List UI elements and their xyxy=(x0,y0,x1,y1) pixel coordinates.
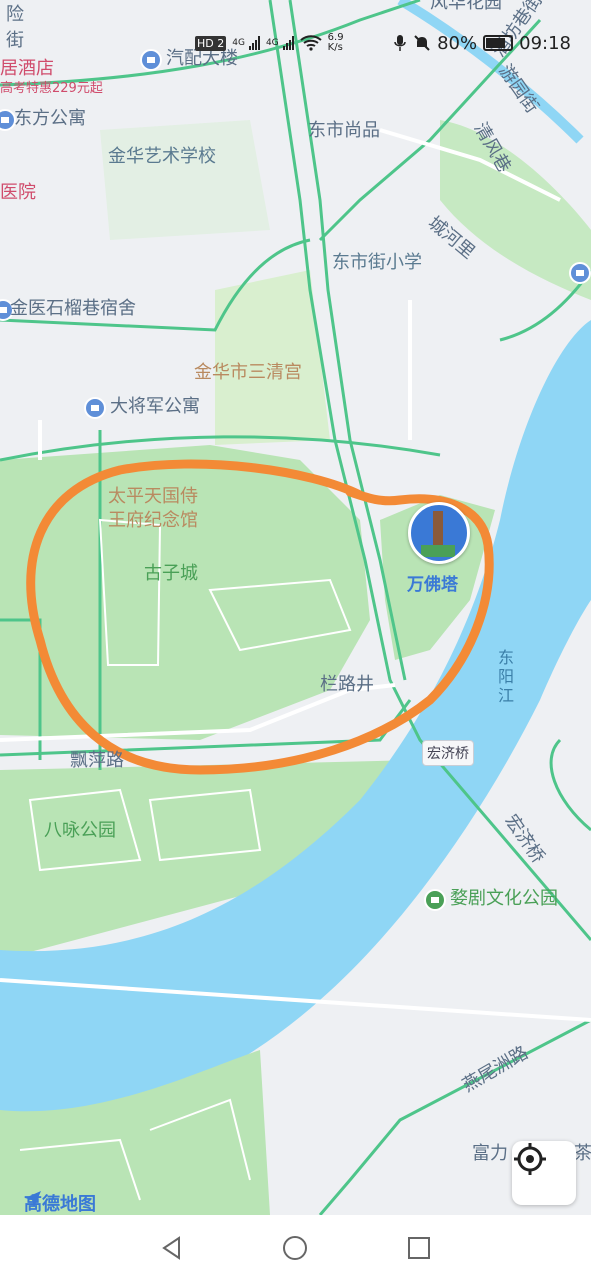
poi-label-jinyi[interactable]: 金医石榴巷宿舍 xyxy=(10,300,136,318)
battery-icon xyxy=(483,35,514,51)
street-label-piaoping: 飘萍路 xyxy=(70,750,124,771)
map-label-xian: 险 xyxy=(6,4,24,25)
bell-muted-icon xyxy=(414,35,430,51)
map-label-jie: 街 xyxy=(6,30,24,51)
map-label-hotel[interactable]: 居酒店 xyxy=(0,60,54,78)
pagoda-marker-icon[interactable] xyxy=(408,502,470,564)
microphone-icon xyxy=(394,35,406,51)
map-label-sanqing[interactable]: 金华市三清宫 xyxy=(194,364,302,382)
hd-badge: HD 2 xyxy=(195,35,227,51)
map-label-lanlujing[interactable]: 栏路井 xyxy=(320,676,374,694)
map-label-guzi[interactable]: 古子城 xyxy=(144,565,198,583)
status-bar: HD 2 4G 4G 6.9 K/s 80% 09:18 xyxy=(195,30,571,56)
navigation-arrow-icon xyxy=(25,1191,41,1207)
battery-percent: 80% xyxy=(437,32,478,54)
map-graphics xyxy=(0,0,591,1215)
map-logo: 高德地图 xyxy=(24,1190,96,1215)
recents-button[interactable] xyxy=(399,1228,439,1268)
home-button[interactable] xyxy=(275,1228,315,1268)
locate-button[interactable] xyxy=(512,1141,576,1205)
map-canvas[interactable]: 风华花园 险 街 居酒店 高考特惠229元起 汽配大楼 东方公寓 金华艺术学校 … xyxy=(0,0,591,1215)
map-label-taiping-2[interactable]: 王府纪念馆 xyxy=(108,512,198,530)
network-type-1: 4G xyxy=(232,38,245,48)
map-label-fuli[interactable]: 富力 xyxy=(472,1145,508,1163)
poi-label-wanfo[interactable]: 万佛塔 xyxy=(407,577,458,594)
map-label-wuju[interactable]: 婺剧文化公园 xyxy=(450,890,558,908)
signal-icon xyxy=(282,36,294,50)
back-triangle-icon xyxy=(162,1235,180,1260)
back-button[interactable] xyxy=(152,1228,192,1268)
wifi-icon xyxy=(300,35,322,51)
river-label-dongyang: 东阳江 xyxy=(498,648,515,706)
network-type-2: 4G xyxy=(265,38,279,48)
poi-label-dajiang[interactable]: 大将军公寓 xyxy=(110,398,200,416)
signal-icon xyxy=(248,36,260,50)
map-label-dongshi-shang[interactable]: 东市尚品 xyxy=(308,122,380,140)
map-label-bayong[interactable]: 八咏公园 xyxy=(44,822,116,840)
system-navigation-bar xyxy=(0,1215,591,1280)
map-label-cha: 茶 xyxy=(574,1143,591,1164)
map-label-taiping-1[interactable]: 太平天国侍 xyxy=(108,488,198,506)
map-label-hotel-promo: 高考特惠229元起 xyxy=(0,81,103,96)
crosshair-icon xyxy=(514,1143,546,1175)
park-pin-icon[interactable] xyxy=(424,889,446,911)
building-pin-icon[interactable] xyxy=(140,49,162,71)
map-label-hospital[interactable]: 医院 xyxy=(0,184,36,202)
network-speed: 6.9 K/s xyxy=(328,33,344,53)
bridge-badge[interactable]: 宏济桥 xyxy=(422,740,474,766)
map-label-art-school[interactable]: 金华艺术学校 xyxy=(108,148,216,166)
map-label-dongshi-school[interactable]: 东市街小学 xyxy=(332,254,422,272)
map-label-fenghua: 风华花园 xyxy=(430,0,502,13)
recents-square-icon xyxy=(408,1236,431,1259)
speed-unit: K/s xyxy=(327,42,343,53)
apartment-pin-icon[interactable] xyxy=(84,397,106,419)
poi-label-dongfang[interactable]: 东方公寓 xyxy=(14,110,86,128)
clock: 09:18 xyxy=(519,32,571,54)
home-circle-icon xyxy=(283,1235,308,1260)
building-pin-icon[interactable] xyxy=(569,262,591,284)
